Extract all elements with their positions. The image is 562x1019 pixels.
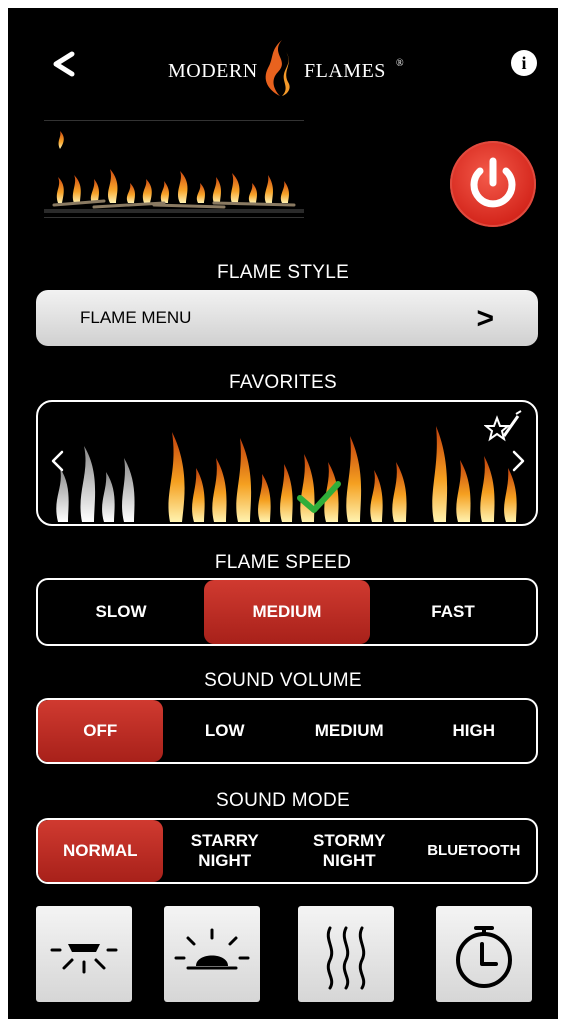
sound-mode-heading: SOUND MODE xyxy=(216,790,350,811)
chevron-left-icon[interactable] xyxy=(48,446,68,476)
sound-mode-selector: NORMAL STARRY NIGHT STORMY NIGHT BLUETOO… xyxy=(36,818,538,884)
flame-speed-slow[interactable]: SLOW xyxy=(38,580,204,644)
app-screen: MODERN FLAMES ® i FLAME STYLE FLAME MENU… xyxy=(8,8,558,1019)
chevron-right-icon: > xyxy=(476,302,494,335)
sound-volume-off[interactable]: OFF xyxy=(38,700,163,762)
brand-right-text: FLAMES xyxy=(304,60,386,82)
back-arrow-icon xyxy=(53,51,75,77)
sound-volume-selector: OFF LOW MEDIUM HIGH xyxy=(36,698,538,764)
flame-speed-selector: SLOW MEDIUM FAST xyxy=(36,578,538,646)
info-icon: i xyxy=(521,53,527,73)
flame-logo-icon xyxy=(265,40,290,96)
heat-button[interactable] xyxy=(298,906,394,1002)
back-button[interactable] xyxy=(48,44,78,84)
sound-volume-heading: SOUND VOLUME xyxy=(204,670,362,691)
flame-menu-button[interactable]: FLAME MENU > xyxy=(36,290,538,346)
power-icon xyxy=(470,157,516,208)
favorites-flames-image xyxy=(56,426,517,522)
flame-speed-fast[interactable]: FAST xyxy=(370,580,536,644)
accent-light-button[interactable] xyxy=(164,906,260,1002)
info-button[interactable]: i xyxy=(511,50,537,76)
timer-button[interactable] xyxy=(436,906,532,1002)
downlight-icon xyxy=(50,944,118,974)
sound-mode-normal[interactable]: NORMAL xyxy=(38,820,163,882)
flame-speed-heading: FLAME SPEED xyxy=(214,552,352,573)
brand-logo: MODERN FLAMES ® xyxy=(168,38,408,98)
fireplace-flames-image xyxy=(44,131,304,213)
favorites-carousel[interactable] xyxy=(36,400,538,526)
timer-icon xyxy=(456,926,512,988)
sound-volume-high[interactable]: HIGH xyxy=(412,700,537,762)
power-button[interactable] xyxy=(450,141,536,227)
sound-mode-starry-night[interactable]: STARRY NIGHT xyxy=(163,820,288,882)
chevron-right-icon[interactable] xyxy=(508,446,528,476)
brand-registered-mark: ® xyxy=(396,58,405,69)
heat-icon xyxy=(326,926,366,990)
accent-light-icon xyxy=(174,928,250,970)
favorites-heading: FAVORITES xyxy=(229,372,337,393)
sound-mode-bluetooth[interactable]: BLUETOOTH xyxy=(412,820,537,882)
flame-speed-medium[interactable]: MEDIUM xyxy=(204,580,370,644)
sound-volume-medium[interactable]: MEDIUM xyxy=(287,700,412,762)
fireplace-preview xyxy=(44,120,304,218)
flame-menu-label: FLAME MENU xyxy=(80,308,192,327)
edit-favorite-icon[interactable] xyxy=(484,410,524,446)
flame-style-heading: FLAME STYLE xyxy=(216,262,350,283)
sound-mode-stormy-night[interactable]: STORMY NIGHT xyxy=(287,820,412,882)
sound-volume-low[interactable]: LOW xyxy=(163,700,288,762)
downlight-button[interactable] xyxy=(36,906,132,1002)
brand-left-text: MODERN xyxy=(168,60,258,82)
